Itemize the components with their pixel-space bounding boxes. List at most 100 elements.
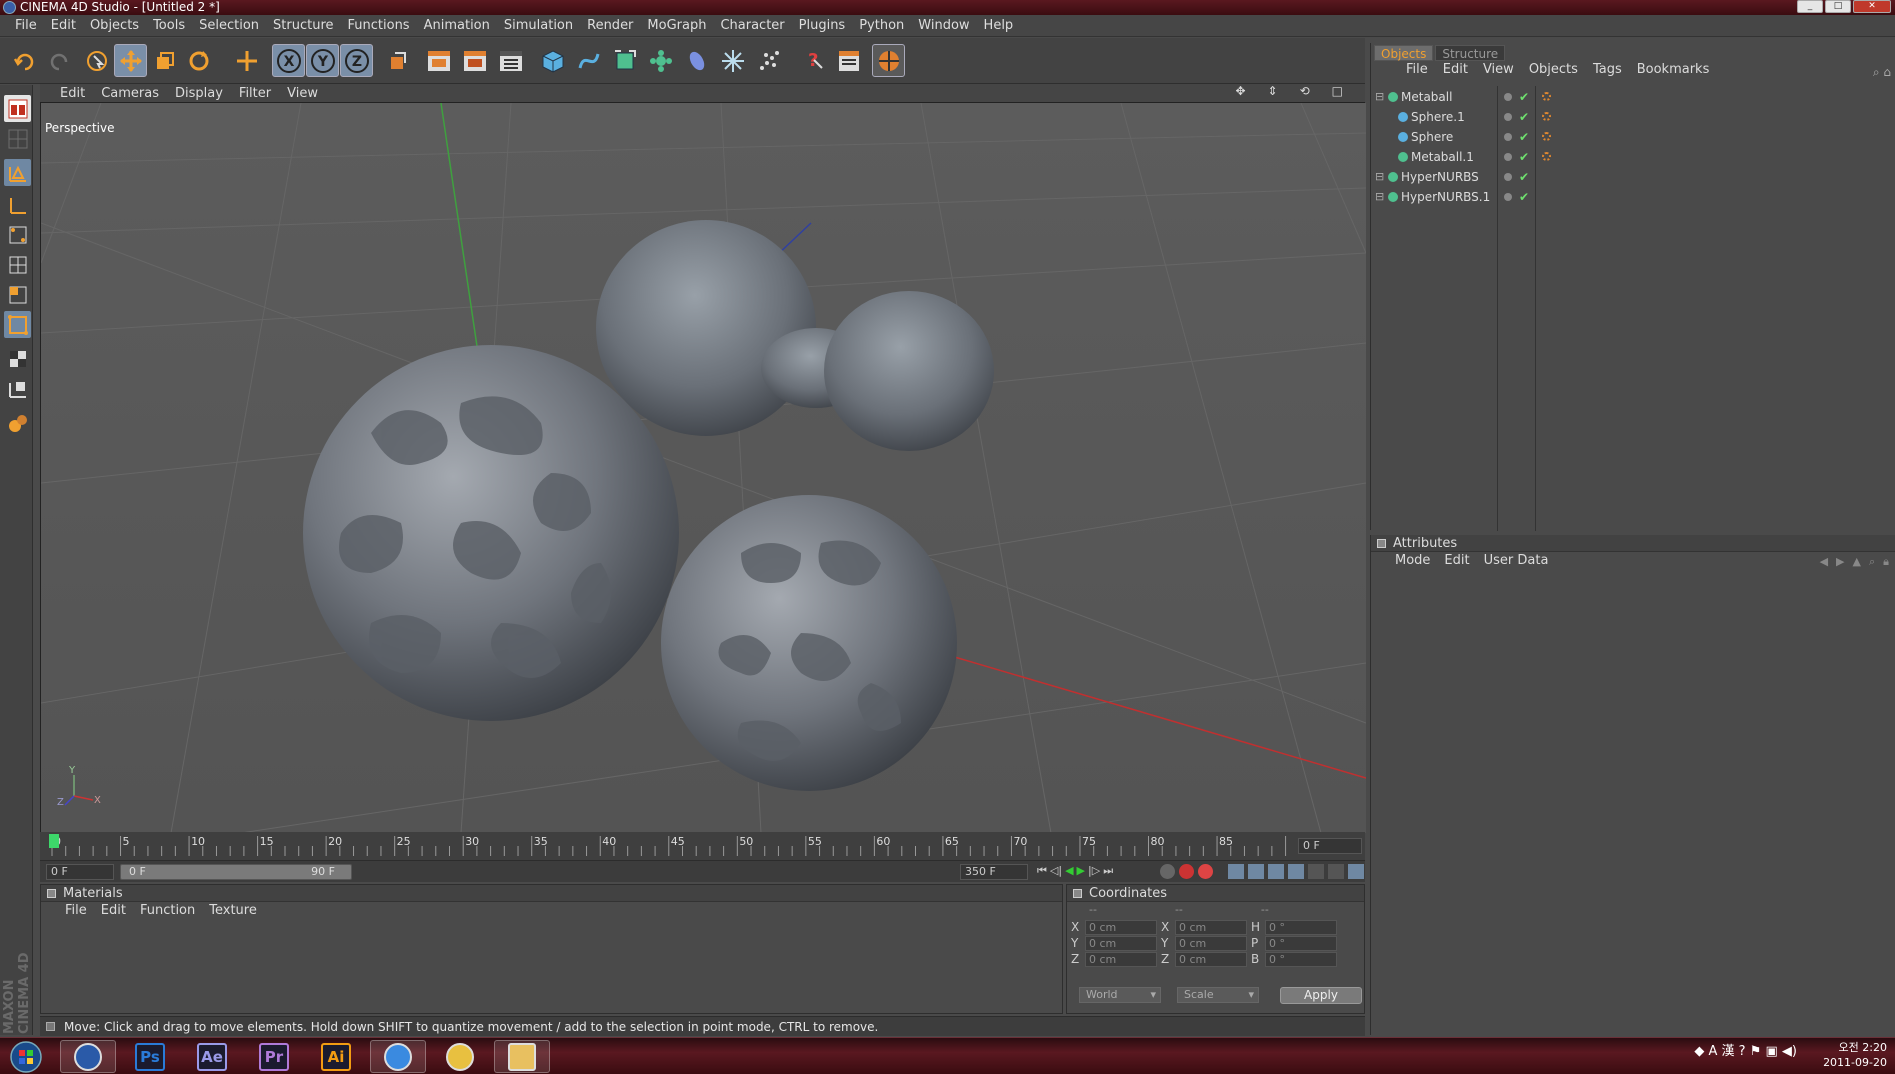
clock-time[interactable]: 오전 2:20 — [1823, 1040, 1887, 1055]
objects-menu-file[interactable]: File — [1406, 61, 1428, 79]
render-region-icon[interactable] — [872, 44, 905, 77]
tree-row[interactable]: Sphere.1 ✔ — [1374, 107, 1794, 127]
cube-primitive-icon[interactable] — [536, 44, 569, 77]
polygons-mode-icon[interactable] — [4, 345, 31, 372]
menu-file[interactable]: File — [8, 18, 44, 33]
expand-icon[interactable]: ⊟ — [1375, 87, 1384, 107]
cinema4d-task[interactable] — [60, 1040, 116, 1073]
render-settings-icon[interactable] — [494, 44, 527, 77]
materials-menu-file[interactable]: File — [65, 902, 87, 920]
tree-row[interactable]: ⊟ HyperNURBS ✔ — [1374, 167, 1794, 187]
edges-mode-icon[interactable] — [4, 311, 31, 338]
coord-field[interactable]: 0 ° — [1265, 935, 1337, 951]
nurbs-icon[interactable] — [608, 44, 641, 77]
forward-arrow-icon[interactable]: ▶ — [1836, 555, 1844, 569]
phong-tag-icon[interactable] — [1542, 152, 1551, 161]
visibility-dot-icon[interactable] — [1504, 193, 1512, 201]
materials-menu-function[interactable]: Function — [140, 902, 195, 920]
phong-tag-icon[interactable] — [1542, 92, 1551, 101]
tree-row[interactable]: ⊟ HyperNURBS.1 ✔ — [1374, 187, 1794, 207]
aftereffects-task[interactable]: Ae — [184, 1040, 240, 1073]
autokey-icon[interactable] — [1198, 864, 1213, 879]
texture-mode-icon[interactable] — [4, 221, 31, 248]
tree-row[interactable]: Sphere ✔ — [1374, 127, 1794, 147]
visibility-dot-icon[interactable] — [1504, 93, 1512, 101]
menu-plugins[interactable]: Plugins — [792, 18, 853, 33]
undo-icon[interactable] — [8, 44, 41, 77]
motion-record-icon[interactable] — [1160, 864, 1175, 879]
timeline-window-icon[interactable] — [1348, 864, 1364, 879]
shield-icon[interactable]: ◆ — [1694, 1044, 1704, 1059]
expand-icon[interactable]: ⊟ — [1375, 167, 1384, 187]
menu-functions[interactable]: Functions — [341, 18, 417, 33]
prev-key-icon[interactable]: ◁| — [1050, 864, 1062, 878]
sphere-large-displaced[interactable] — [303, 345, 679, 721]
coord-field[interactable]: 0 cm — [1085, 951, 1157, 967]
network-icon[interactable]: ▣ — [1765, 1044, 1777, 1059]
record-keys-icon[interactable] — [1179, 864, 1194, 879]
back-arrow-icon[interactable]: ◀ — [1820, 555, 1828, 569]
close-button[interactable]: ✕ — [1853, 0, 1891, 13]
zoom-icon[interactable]: ⇕ — [1268, 84, 1278, 98]
scale-tool-icon[interactable] — [148, 44, 181, 77]
minimize-button[interactable]: _ — [1797, 0, 1823, 13]
menu-render[interactable]: Render — [580, 18, 640, 33]
materials-menu-edit[interactable]: Edit — [101, 902, 126, 920]
move-tool-icon[interactable] — [114, 44, 147, 77]
interpolation-icon[interactable] — [1328, 864, 1344, 879]
key-parameter-icon[interactable] — [1288, 864, 1304, 879]
coord-field[interactable]: 0 cm — [1085, 919, 1157, 935]
enabled-check-icon[interactable]: ✔ — [1519, 167, 1529, 187]
viewport-menu-edit[interactable]: Edit — [60, 86, 85, 101]
volume-icon[interactable]: ◀) — [1782, 1044, 1797, 1059]
playhead[interactable] — [49, 834, 59, 848]
menu-edit[interactable]: Edit — [44, 18, 83, 33]
attributes-menu-mode[interactable]: Mode — [1395, 552, 1430, 570]
coord-mode-select[interactable]: World ▾ — [1079, 987, 1161, 1003]
recent-tool-icon[interactable] — [230, 44, 263, 77]
help-pointer-icon[interactable]: ? — [796, 44, 829, 77]
model-mode-icon[interactable] — [4, 125, 31, 152]
axis-mode-icon[interactable] — [4, 191, 31, 218]
spline-tool-icon[interactable] — [572, 44, 605, 77]
menu-selection[interactable]: Selection — [192, 18, 266, 33]
viewport-menu-view[interactable]: View — [287, 86, 318, 101]
help-icon[interactable]: ? — [1739, 1044, 1746, 1059]
menu-python[interactable]: Python — [852, 18, 911, 33]
premiere-task[interactable]: Pr — [246, 1040, 302, 1073]
objects-menu-bookmarks[interactable]: Bookmarks — [1637, 61, 1710, 79]
ie-task[interactable] — [370, 1040, 426, 1073]
visibility-dot-icon[interactable] — [1504, 133, 1512, 141]
menu-animation[interactable]: Animation — [417, 18, 497, 33]
panel-grip-icon[interactable] — [1073, 889, 1082, 898]
z-axis-lock-icon[interactable]: Z — [340, 44, 373, 77]
coord-scale-select[interactable]: Scale ▾ — [1177, 987, 1259, 1003]
coord-field[interactable]: 0 ° — [1265, 919, 1337, 935]
panel-grip-icon[interactable] — [47, 889, 56, 898]
attributes-menu-user-data[interactable]: User Data — [1484, 552, 1549, 570]
prev-frame-icon[interactable]: ◀ — [1065, 864, 1073, 878]
lock-icon[interactable]: 🔒︎ — [1883, 555, 1889, 569]
clock-date[interactable]: 2011-09-20 — [1823, 1055, 1887, 1070]
coord-field[interactable]: 0 ° — [1265, 951, 1337, 967]
enabled-check-icon[interactable]: ✔ — [1519, 147, 1529, 167]
points-mode-icon[interactable] — [4, 281, 31, 308]
render-picture-viewer-icon[interactable] — [458, 44, 491, 77]
coord-field[interactable]: 0 cm — [1085, 935, 1157, 951]
enabled-check-icon[interactable]: ✔ — [1519, 127, 1529, 147]
key-rotation-icon[interactable] — [1268, 864, 1284, 879]
workplane-icon[interactable] — [4, 251, 31, 278]
coord-field[interactable]: 0 cm — [1175, 919, 1247, 935]
live-selection-icon[interactable] — [80, 44, 113, 77]
phong-tag-icon[interactable] — [1542, 112, 1551, 121]
explorer-task[interactable] — [494, 1040, 550, 1073]
array-icon[interactable] — [644, 44, 677, 77]
objects-menu-view[interactable]: View — [1483, 61, 1514, 79]
next-key-icon[interactable]: |▷ — [1088, 864, 1100, 878]
menu-help[interactable]: Help — [977, 18, 1021, 33]
phong-tag-icon[interactable] — [1542, 132, 1551, 141]
object-mode-icon[interactable] — [4, 159, 31, 186]
enabled-check-icon[interactable]: ✔ — [1519, 187, 1529, 207]
flag-icon[interactable]: ⚑ — [1750, 1044, 1762, 1059]
menu-simulation[interactable]: Simulation — [497, 18, 580, 33]
